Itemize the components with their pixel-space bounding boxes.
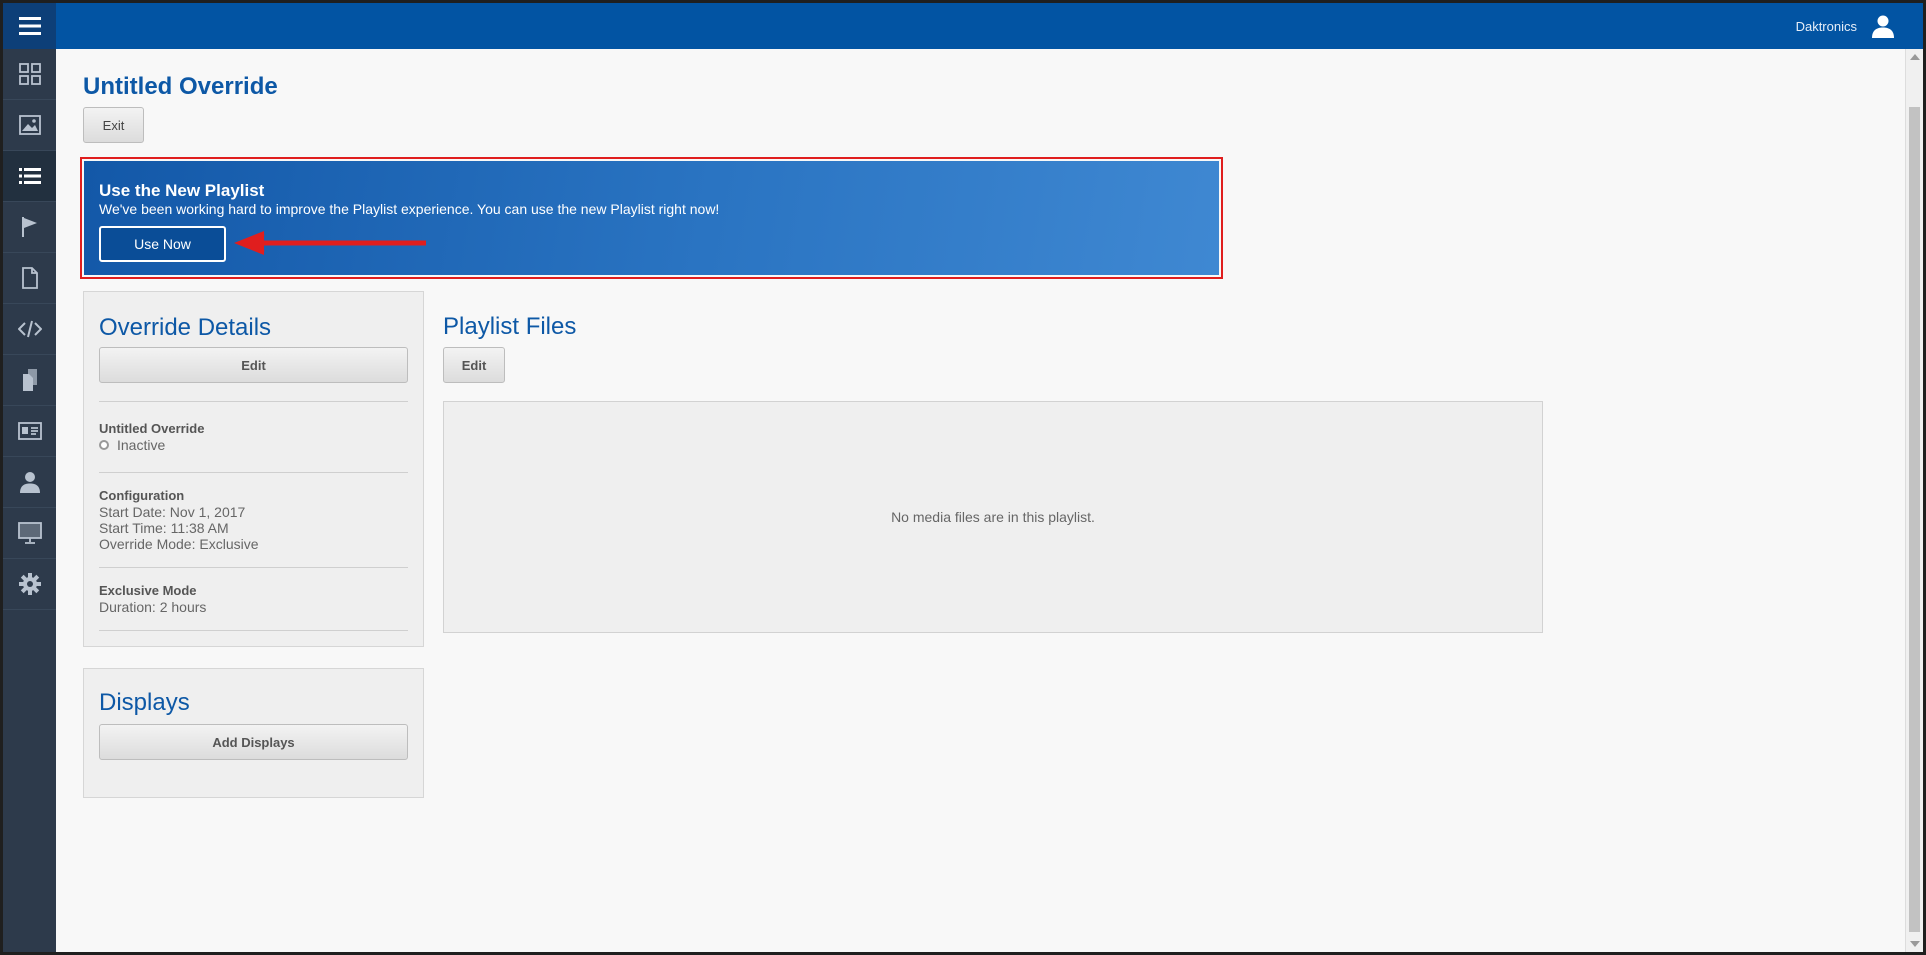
banner-title: Use the New Playlist bbox=[99, 181, 265, 200]
status-text: Inactive bbox=[117, 437, 166, 453]
image-icon bbox=[18, 115, 41, 135]
gear-icon bbox=[18, 573, 41, 595]
page-title: Untitled Override bbox=[83, 73, 278, 100]
sidebar-item-dashboard[interactable] bbox=[3, 49, 56, 100]
edit-details-button[interactable]: Edit bbox=[99, 347, 408, 383]
user-name: Daktronics bbox=[1795, 18, 1857, 34]
scroll-up-arrow-icon[interactable] bbox=[1910, 54, 1920, 60]
exit-button[interactable]: Exit bbox=[83, 107, 144, 143]
start-time: Start Time: 11:38 AM bbox=[99, 520, 229, 536]
sidebar-item-code[interactable] bbox=[3, 304, 56, 355]
list-icon bbox=[18, 168, 41, 184]
user-icon bbox=[19, 472, 40, 493]
banner-text: We've been working hard to improve the P… bbox=[99, 201, 720, 217]
exclusive-mode-label: Exclusive Mode bbox=[99, 583, 197, 598]
scrollbar-thumb[interactable] bbox=[1909, 107, 1920, 932]
code-icon bbox=[17, 320, 42, 338]
flag-icon bbox=[21, 217, 37, 237]
hamburger-menu-button[interactable] bbox=[3, 3, 56, 49]
sidebar-item-templates[interactable] bbox=[3, 406, 56, 457]
displays-panel: Displays Add Displays bbox=[83, 668, 424, 798]
add-displays-button[interactable]: Add Displays bbox=[99, 724, 408, 760]
dashboard-icon bbox=[18, 63, 41, 85]
id-card-icon bbox=[17, 422, 42, 440]
sidebar-nav bbox=[3, 49, 56, 952]
start-date: Start Date: Nov 1, 2017 bbox=[99, 504, 246, 520]
status-row: Inactive bbox=[99, 437, 165, 453]
override-name: Untitled Override bbox=[99, 421, 205, 436]
use-now-button[interactable]: Use Now bbox=[99, 226, 226, 262]
sidebar-item-documents[interactable] bbox=[3, 253, 56, 304]
override-details-panel: Override Details Edit Untitled Override … bbox=[83, 291, 424, 647]
edit-playlist-button[interactable]: Edit bbox=[443, 347, 505, 383]
red-arrow-annotation-icon bbox=[234, 231, 426, 255]
divider bbox=[99, 401, 408, 402]
displays-title: Displays bbox=[99, 689, 190, 716]
document-icon bbox=[21, 267, 38, 289]
override-details-title: Override Details bbox=[99, 314, 272, 341]
playlist-files-title: Playlist Files bbox=[443, 313, 577, 340]
empty-playlist-message: No media files are in this playlist. bbox=[891, 509, 1095, 525]
override-mode: Override Mode: Exclusive bbox=[99, 536, 259, 552]
user-menu[interactable]: Daktronics bbox=[1796, 3, 1895, 49]
sidebar-item-users[interactable] bbox=[3, 457, 56, 508]
user-icon bbox=[1872, 15, 1894, 38]
playlist-files-box: No media files are in this playlist. bbox=[443, 401, 1543, 633]
divider bbox=[99, 630, 408, 631]
configuration-label: Configuration bbox=[99, 488, 185, 503]
scroll-down-arrow-icon[interactable] bbox=[1910, 941, 1920, 947]
divider bbox=[99, 567, 408, 568]
top-bar: Daktronics bbox=[3, 3, 1923, 49]
vertical-scrollbar[interactable] bbox=[1905, 49, 1923, 952]
sidebar-item-media[interactable] bbox=[3, 100, 56, 151]
divider bbox=[99, 472, 408, 473]
sidebar-item-displays[interactable] bbox=[3, 508, 56, 559]
files-icon bbox=[22, 369, 37, 391]
sidebar-item-playlists[interactable] bbox=[3, 151, 56, 202]
sidebar-item-files[interactable] bbox=[3, 355, 56, 406]
duration: Duration: 2 hours bbox=[99, 599, 207, 615]
monitor-icon bbox=[17, 522, 42, 544]
sidebar-item-settings[interactable] bbox=[3, 559, 56, 610]
sidebar-item-overrides[interactable] bbox=[3, 202, 56, 253]
status-dot-icon bbox=[99, 440, 109, 450]
hamburger-icon bbox=[18, 17, 41, 35]
app-window: Daktronics Untitled Override Exit Use th… bbox=[3, 3, 1923, 952]
